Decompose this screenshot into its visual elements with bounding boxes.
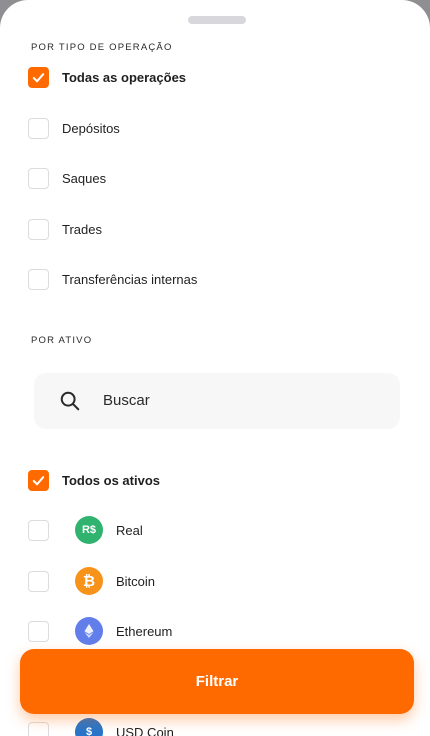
- asset-label: USD Coin: [116, 724, 174, 736]
- operation-label: Depósitos: [62, 120, 120, 136]
- checkbox-checked[interactable]: [28, 469, 49, 491]
- filter-sheet: POR TIPO DE OPERAÇÃO Todas as operações …: [0, 0, 430, 736]
- bitcoin-icon: ₿: [75, 567, 103, 595]
- search-icon: [60, 391, 80, 411]
- filter-button[interactable]: Filtrar: [20, 649, 414, 714]
- asset-label: Real: [116, 522, 143, 538]
- operation-option-trades[interactable]: Trades: [28, 218, 102, 240]
- operation-label: Transferências internas: [62, 271, 198, 287]
- checkbox[interactable]: [28, 117, 49, 139]
- checkbox[interactable]: [28, 721, 49, 736]
- asset-all-label: Todos os ativos: [62, 472, 160, 488]
- operation-label: Saques: [62, 170, 107, 186]
- checkbox[interactable]: [28, 218, 49, 240]
- asset-label: Bitcoin: [116, 573, 156, 589]
- checkbox-checked[interactable]: [28, 66, 49, 88]
- asset-search-input[interactable]: Buscar: [34, 373, 400, 429]
- asset-option-real[interactable]: R$ Real: [28, 516, 143, 544]
- operation-type-section-title: POR TIPO DE OPERAÇÃO: [31, 42, 173, 53]
- asset-section-title: POR ATIVO: [31, 335, 93, 346]
- operation-option-deposits[interactable]: Depósitos: [28, 117, 120, 139]
- search-placeholder: Buscar: [103, 392, 150, 409]
- usd-coin-icon: $: [75, 718, 103, 736]
- asset-option-bitcoin[interactable]: ₿ Bitcoin: [28, 567, 156, 595]
- operation-option-internal-transfers[interactable]: Transferências internas: [28, 268, 197, 290]
- drag-handle[interactable]: [188, 16, 246, 24]
- check-icon: [32, 475, 45, 485]
- checkbox[interactable]: [28, 620, 49, 642]
- checkbox[interactable]: [28, 268, 49, 290]
- real-icon: R$: [75, 516, 103, 544]
- ethereum-icon: [75, 617, 103, 645]
- operation-option-all[interactable]: Todas as operações: [28, 66, 186, 88]
- asset-option-all[interactable]: Todos os ativos: [28, 469, 160, 491]
- checkbox[interactable]: [28, 167, 49, 189]
- operation-label: Trades: [62, 221, 102, 237]
- checkbox[interactable]: [28, 519, 49, 541]
- operation-option-withdrawals[interactable]: Saques: [28, 167, 106, 189]
- operation-label: Todas as operações: [62, 69, 187, 85]
- asset-option-usd-coin[interactable]: $ USD Coin: [28, 718, 174, 736]
- asset-option-ethereum[interactable]: Ethereum: [28, 617, 173, 645]
- check-icon: [32, 72, 45, 82]
- checkbox[interactable]: [28, 570, 49, 592]
- asset-label: Ethereum: [116, 623, 173, 639]
